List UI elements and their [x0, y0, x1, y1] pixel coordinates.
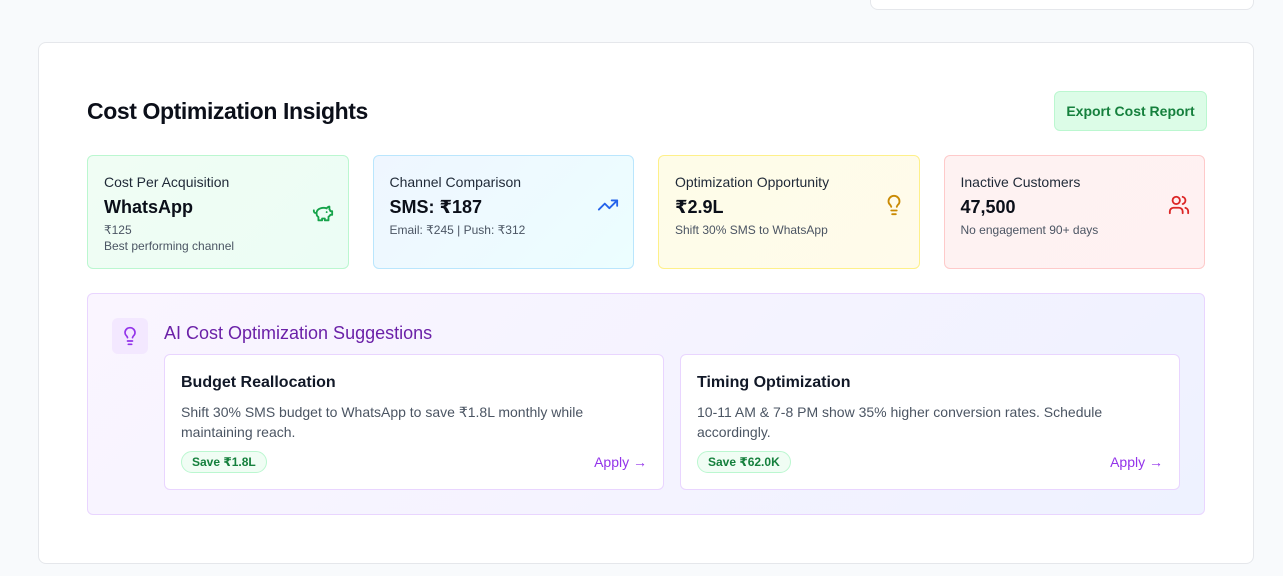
cost-optimization-panel: Cost Optimization Insights Export Cost R… [38, 42, 1254, 564]
suggestion-card-timing-optimization: Timing Optimization 10-11 AM & 7-8 PM sh… [680, 354, 1180, 490]
stat-sub-secondary: Best performing channel [104, 239, 235, 253]
piggy-bank-icon [312, 205, 333, 222]
stat-label: Optimization Opportunity [675, 174, 830, 190]
stat-value: 47,500 [960, 197, 1016, 217]
users-icon [1168, 195, 1190, 215]
apply-button[interactable]: Apply → [594, 454, 647, 470]
suggestion-card-budget-reallocation: Budget Reallocation Shift 30% SMS budget… [164, 354, 664, 490]
ai-suggestions-section: AI Cost Optimization Suggestions Budget … [87, 293, 1205, 515]
lightbulb-icon [124, 326, 136, 346]
stat-card-cost-per-acquisition: Cost Per Acquisition WhatsApp ₹125 Best … [87, 155, 349, 269]
trending-up-icon [597, 199, 619, 211]
suggestion-description: 10-11 AM & 7-8 PM show 35% higher conver… [697, 404, 1103, 440]
suggestion-footer: Save ₹62.0K Apply → [697, 451, 1163, 473]
stat-card-optimization-opportunity: Optimization Opportunity ₹2.9L Shift 30%… [658, 155, 920, 269]
ai-icon-container [112, 318, 148, 354]
stat-card-channel-comparison: Channel Comparison SMS: ₹187 Email: ₹245… [372, 155, 634, 269]
apply-button[interactable]: Apply → [1110, 454, 1163, 470]
stat-label: Inactive Customers [960, 174, 1081, 190]
stat-sub: Email: ₹245 | Push: ₹312 [389, 223, 526, 237]
ai-section-title: AI Cost Optimization Suggestions [164, 323, 433, 343]
stat-sub: ₹125 [104, 223, 132, 237]
stat-sub: No engagement 90+ days [960, 223, 1099, 237]
page-title: Cost Optimization Insights [87, 97, 368, 124]
lightbulb-icon [887, 195, 900, 216]
suggestion-title: Timing Optimization [697, 374, 851, 391]
previous-card [870, 0, 1254, 10]
savings-badge: Save ₹1.8L [181, 451, 267, 473]
stat-label: Channel Comparison [389, 174, 522, 190]
stat-value: SMS: ₹187 [389, 197, 483, 217]
suggestions-list: Budget Reallocation Shift 30% SMS budget… [164, 354, 1180, 490]
suggestion-title: Budget Reallocation [181, 374, 336, 391]
stats-row: Cost Per Acquisition WhatsApp ₹125 Best … [87, 155, 1205, 269]
stat-value: WhatsApp [104, 197, 193, 217]
suggestion-description: Shift 30% SMS budget to WhatsApp to save… [181, 404, 584, 440]
stat-value: ₹2.9L [675, 197, 724, 217]
stat-card-inactive-customers: Inactive Customers 47,500 No engagement … [943, 155, 1205, 269]
stat-label: Cost Per Acquisition [104, 174, 230, 190]
savings-badge: Save ₹62.0K [697, 451, 791, 473]
stat-sub: Shift 30% SMS to WhatsApp [675, 223, 828, 237]
export-cost-report-button[interactable]: Export Cost Report [1054, 91, 1207, 131]
panel-header: Cost Optimization Insights Export Cost R… [87, 91, 1207, 131]
suggestion-footer: Save ₹1.8L Apply → [181, 451, 647, 473]
